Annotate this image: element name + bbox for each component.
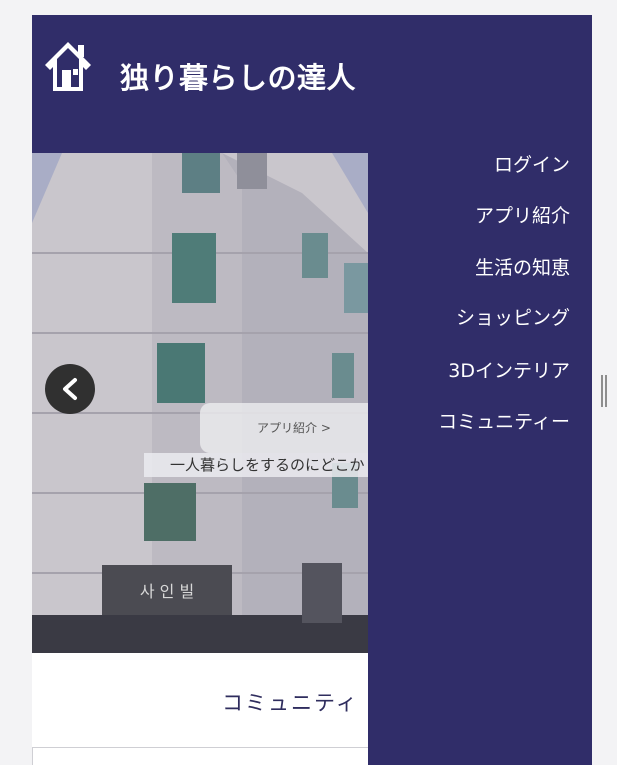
chevron-left-icon [63,378,77,400]
drawer-item-community[interactable]: コミュニティー [438,407,570,434]
building-sign-text: 사 인 빌 [140,582,194,601]
drawer-item-shopping[interactable]: ショッピング [456,303,570,330]
nav-drawer: ログイン アプリ紹介 生活の知恵 ショッピング 3Dインテリア コミュニティー [368,15,592,765]
app-intro-button[interactable]: アプリ紹介 > [200,403,368,453]
drawer-item-app-intro[interactable]: アプリ紹介 [475,201,570,228]
app-screen: 独り暮らしの達人 사 인 빌 一人暮らしをするのにどこか アプリ紹介 > コミュ… [32,15,592,765]
house-icon[interactable] [42,38,94,94]
hero-carousel: 사 인 빌 一人暮らしをするのにどこか アプリ紹介 > [32,153,368,653]
drawer-item-life-tips[interactable]: 生活の知恵 [475,253,570,280]
drawer-item-login[interactable]: ログイン [494,150,570,177]
drawer-item-3d-interior[interactable]: 3Dインテリア [448,356,570,383]
window-resize-handle[interactable] [601,375,607,407]
hero-caption: 一人暮らしをするのにどこか [144,453,368,477]
carousel-prev-button[interactable] [45,364,95,414]
site-title[interactable]: 独り暮らしの達人 [120,55,356,97]
community-section-heading: コミュニティ [222,691,359,715]
